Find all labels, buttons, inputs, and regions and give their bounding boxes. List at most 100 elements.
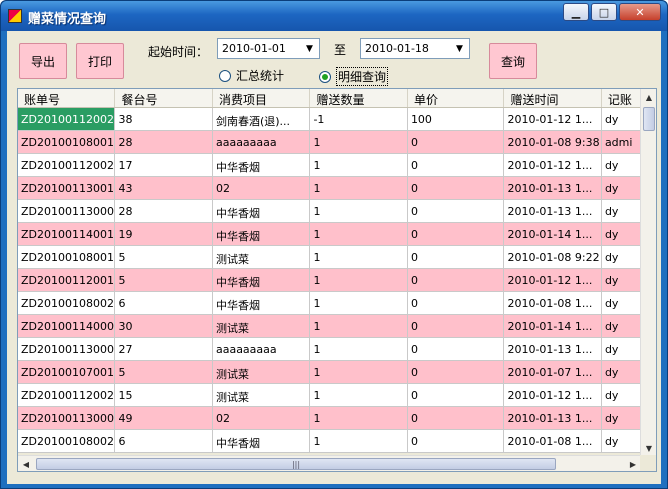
table-row[interactable]: ZD201001120027 17 中华香烟 1 0 2010-01-12 1... dy: [18, 154, 641, 177]
table-cell[interactable]: 38: [115, 108, 213, 130]
table-cell[interactable]: dy: [602, 223, 641, 245]
table-row[interactable]: ZD201001130001 49 02 1 0 2010-01-13 1... dy: [18, 407, 641, 430]
table-cell[interactable]: 2010-01-12 1...: [504, 384, 602, 406]
table-cell[interactable]: 1: [310, 223, 408, 245]
table-cell[interactable]: 测试菜: [213, 384, 311, 406]
table-cell[interactable]: 中华香烟: [213, 154, 311, 176]
scroll-up-icon[interactable]: ▲: [641, 89, 656, 105]
radio-summary-circle[interactable]: [219, 69, 231, 82]
table-row[interactable]: ZD201001080011 5 测试菜 1 0 2010-01-08 9:22 dy: [18, 246, 641, 269]
table-cell[interactable]: ZD201001080011: [18, 246, 116, 268]
table-cell[interactable]: 0: [408, 131, 505, 153]
table-cell[interactable]: dy: [602, 407, 641, 429]
table-cell[interactable]: 1: [310, 177, 408, 199]
table-cell[interactable]: 30: [115, 315, 213, 337]
table-cell[interactable]: 6: [115, 292, 213, 314]
table-cell[interactable]: 0: [408, 246, 505, 268]
horizontal-scrollbar[interactable]: ◀ ||| ▶: [18, 455, 641, 471]
table-row[interactable]: ZD201001120012 5 中华香烟 1 0 2010-01-12 1... dy: [18, 269, 641, 292]
table-cell[interactable]: ZD201001120023: [18, 108, 116, 130]
table-cell[interactable]: 1: [310, 384, 408, 406]
table-cell[interactable]: 0: [408, 384, 505, 406]
table-cell[interactable]: 2010-01-14 1...: [504, 223, 602, 245]
table-cell[interactable]: 0: [408, 430, 505, 452]
table-cell[interactable]: 2010-01-07 1...: [504, 361, 602, 383]
table-cell[interactable]: dy: [602, 315, 641, 337]
table-cell[interactable]: 15: [115, 384, 213, 406]
table-row[interactable]: ZD201001140008 30 测试菜 1 0 2010-01-14 1... dy: [18, 315, 641, 338]
table-row[interactable]: ZD201001080025 6 中华香烟 1 0 2010-01-08 1... dy: [18, 430, 641, 453]
table-cell[interactable]: 1: [310, 200, 408, 222]
table-cell[interactable]: 0: [408, 269, 505, 291]
table-cell[interactable]: 5: [115, 361, 213, 383]
table-cell[interactable]: 2010-01-08 9:38: [504, 131, 602, 153]
table-cell[interactable]: 中华香烟: [213, 430, 311, 452]
table-cell[interactable]: ZD201001130001: [18, 407, 116, 429]
table-cell[interactable]: dy: [602, 430, 641, 452]
table-cell[interactable]: 49: [115, 407, 213, 429]
maximize-icon[interactable]: □: [591, 3, 617, 21]
column-header[interactable]: 赠送时间: [504, 89, 602, 107]
column-header[interactable]: 消费项目: [213, 89, 311, 107]
table-cell[interactable]: 27: [115, 338, 213, 360]
table-cell[interactable]: dy: [602, 108, 641, 130]
table-cell[interactable]: dy: [602, 177, 641, 199]
table-row[interactable]: ZD201001120023 38 剑南春酒(退)... -1 100 2010-01-1…: [18, 108, 641, 131]
table-cell[interactable]: 2010-01-13 1...: [504, 200, 602, 222]
table-cell[interactable]: 0: [408, 338, 505, 360]
table-cell[interactable]: 0: [408, 315, 505, 337]
table-row[interactable]: ZD201001080018 28 aaaaaaaaa 1 0 2010-01-08 9:…: [18, 131, 641, 154]
column-header[interactable]: 餐台号: [115, 89, 213, 107]
table-cell[interactable]: 2010-01-12 1...: [504, 154, 602, 176]
table-cell[interactable]: 中华香烟: [213, 200, 311, 222]
chevron-down-icon[interactable]: ▼: [302, 41, 317, 56]
table-cell[interactable]: 测试菜: [213, 361, 311, 383]
table-cell[interactable]: 5: [115, 246, 213, 268]
table-cell[interactable]: ZD201001080018: [18, 131, 116, 153]
table-cell[interactable]: 2010-01-14 1...: [504, 315, 602, 337]
table-cell[interactable]: 2010-01-13 1...: [504, 407, 602, 429]
table-cell[interactable]: dy: [602, 361, 641, 383]
table-cell[interactable]: ZD201001120027: [18, 154, 116, 176]
column-header[interactable]: 单价: [408, 89, 505, 107]
scroll-right-icon[interactable]: ▶: [625, 456, 641, 471]
table-row[interactable]: ZD201001130012 43 02 1 0 2010-01-13 1... dy: [18, 177, 641, 200]
table-row[interactable]: ZD201001120026 15 测试菜 1 0 2010-01-12 1... dy: [18, 384, 641, 407]
table-cell[interactable]: 1: [310, 407, 408, 429]
table-cell[interactable]: 1: [310, 430, 408, 452]
table-cell[interactable]: 0: [408, 361, 505, 383]
table-cell[interactable]: 5: [115, 269, 213, 291]
table-cell[interactable]: 剑南春酒(退)...: [213, 108, 311, 130]
table-cell[interactable]: 中华香烟: [213, 269, 311, 291]
table-cell[interactable]: 1: [310, 246, 408, 268]
table-cell[interactable]: dy: [602, 246, 641, 268]
table-cell[interactable]: 28: [115, 131, 213, 153]
table-cell[interactable]: dy: [602, 338, 641, 360]
table-cell[interactable]: ZD201001140013: [18, 223, 116, 245]
table-cell[interactable]: 0: [408, 223, 505, 245]
table-row[interactable]: ZD201001130003 27 aaaaaaaaa 1 0 2010-01-13 1.…: [18, 338, 641, 361]
table-cell[interactable]: 0: [408, 177, 505, 199]
table-cell[interactable]: 1: [310, 131, 408, 153]
radio-summary[interactable]: 汇总统计: [219, 67, 284, 84]
table-cell[interactable]: 0: [408, 154, 505, 176]
table-cell[interactable]: dy: [602, 269, 641, 291]
table-cell[interactable]: ZD201001120026: [18, 384, 116, 406]
vertical-scrollbar[interactable]: ▲ ▼: [640, 89, 656, 456]
table-cell[interactable]: ZD201001130003: [18, 338, 116, 360]
table-cell[interactable]: 1: [310, 269, 408, 291]
table-cell[interactable]: 2010-01-08 9:22: [504, 246, 602, 268]
table-cell[interactable]: 17: [115, 154, 213, 176]
table-cell[interactable]: ZD201001070018: [18, 361, 116, 383]
start-date-picker[interactable]: 2010-01-01 ▼: [217, 38, 320, 59]
table-cell[interactable]: 1: [310, 338, 408, 360]
table-cell[interactable]: 1: [310, 361, 408, 383]
table-cell[interactable]: admi: [602, 131, 641, 153]
table-cell[interactable]: ZD201001080025: [18, 292, 116, 314]
table-cell[interactable]: 43: [115, 177, 213, 199]
title-bar[interactable]: 赠菜情况查询 ▁ □ ✕: [1, 1, 667, 31]
table-cell[interactable]: 28: [115, 200, 213, 222]
table-cell[interactable]: 02: [213, 407, 311, 429]
table-cell[interactable]: dy: [602, 154, 641, 176]
table-cell[interactable]: dy: [602, 200, 641, 222]
